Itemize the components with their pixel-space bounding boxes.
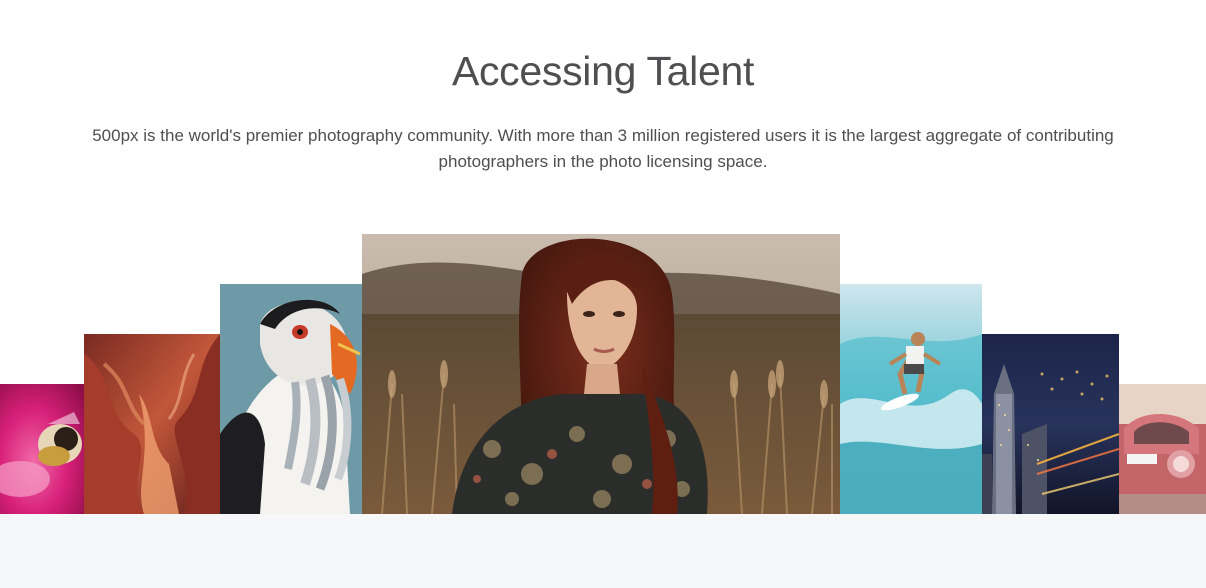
footer-band [0,514,1206,588]
photo-surfer [840,284,982,514]
photo-puffin [220,284,362,514]
photo-slot-canyon [84,334,220,514]
photo-woman-in-field [362,234,840,514]
section-title: Accessing Talent [451,48,755,94]
photo-city-night [982,334,1119,514]
accessing-talent-section: Accessing Talent 500px is the world's pr… [0,0,1206,588]
photo-red-car [1119,384,1206,514]
photo-bee-on-flower [0,384,84,514]
section-description: 500px is the world's premier photography… [92,126,1114,171]
